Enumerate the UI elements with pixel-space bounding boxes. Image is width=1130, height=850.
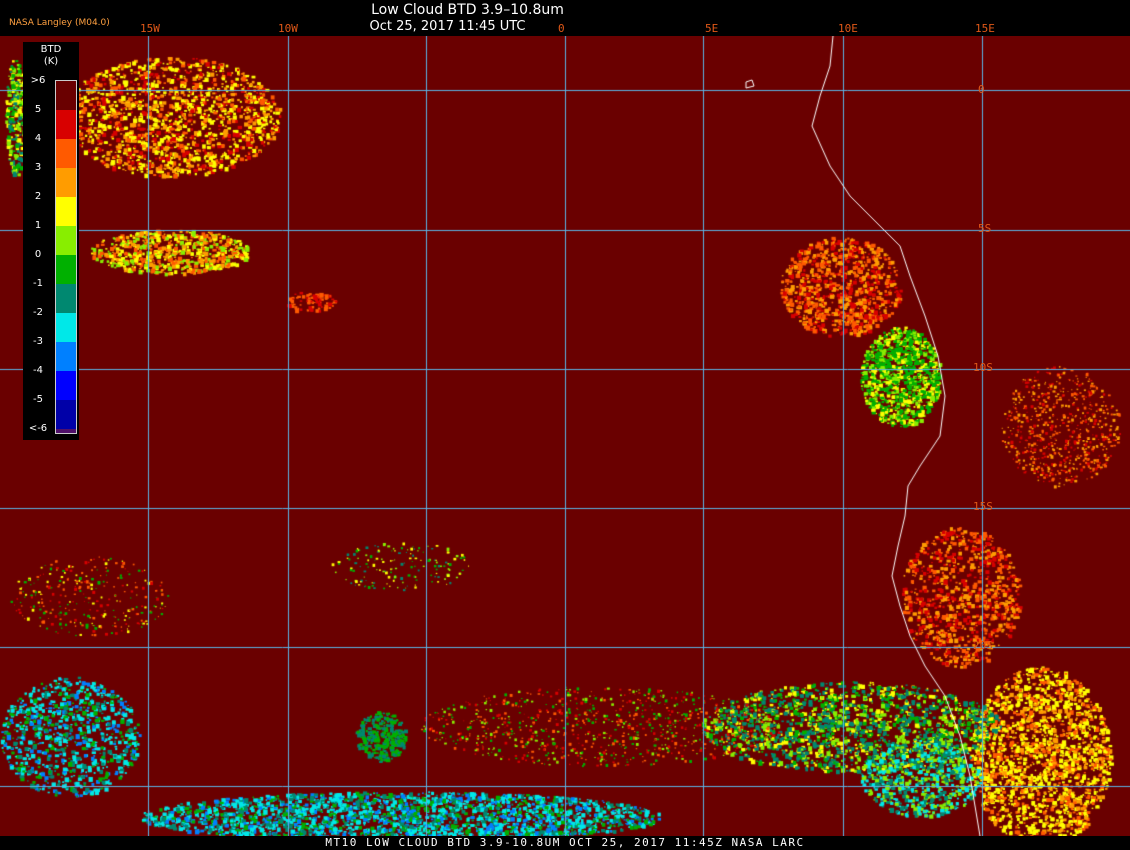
legend-swatch xyxy=(56,371,76,400)
legend-swatch xyxy=(56,400,76,429)
lat-label-15s: 15S xyxy=(973,500,993,513)
legend-label: -3 xyxy=(33,336,43,347)
legend-swatch xyxy=(56,226,76,255)
lon-label-15w: 15W xyxy=(140,22,160,35)
lat-label-5s: 5S xyxy=(978,222,992,235)
legend-swatch xyxy=(56,110,76,139)
legend-label: 0 xyxy=(34,249,42,260)
lon-label-15e: 15E xyxy=(975,22,995,35)
legend-swatch xyxy=(56,81,76,110)
legend-label: 1 xyxy=(34,220,42,231)
legend-color-bar xyxy=(55,80,77,434)
lat-label-20s: 20S xyxy=(973,639,993,652)
header-bar: Low Cloud BTD 3.9–10.8um Oct 25, 2017 11… xyxy=(0,0,1130,36)
legend-swatch xyxy=(56,313,76,342)
lon-label-10e: 10E xyxy=(838,22,858,35)
map-title: Low Cloud BTD 3.9–10.8um xyxy=(371,2,564,18)
lon-label-0: 0 xyxy=(558,22,565,35)
legend-label: -2 xyxy=(33,307,43,318)
color-legend: BTD (K) >6 5 4 3 2 1 0 -1 -2 -3 -4 -5 <-… xyxy=(23,42,79,440)
legend-label: 2 xyxy=(34,191,42,202)
legend-swatch xyxy=(56,139,76,168)
legend-unit: (K) xyxy=(43,56,59,67)
satellite-btd-map[interactable] xyxy=(0,36,1130,836)
legend-title: BTD xyxy=(40,44,62,55)
agency-label: NASA Langley (M04.0) xyxy=(9,18,110,28)
legend-label: <-6 xyxy=(28,423,48,434)
legend-swatch xyxy=(56,255,76,284)
legend-swatch xyxy=(56,197,76,226)
legend-label: -4 xyxy=(33,365,43,376)
legend-swatch xyxy=(56,284,76,313)
lon-label-10w: 10W xyxy=(278,22,298,35)
legend-label: 3 xyxy=(34,162,42,173)
legend-label: -1 xyxy=(33,278,43,289)
footer-caption: MT10 LOW CLOUD BTD 3.9-10.8UM OCT 25, 20… xyxy=(0,836,1130,850)
legend-label: -5 xyxy=(33,394,43,405)
legend-label: >6 xyxy=(30,75,46,86)
legend-label: 5 xyxy=(34,104,42,115)
legend-swatch xyxy=(56,168,76,197)
lat-label-10s: 10S xyxy=(973,361,993,374)
legend-label: 4 xyxy=(34,133,42,144)
map-timestamp: Oct 25, 2017 11:45 UTC xyxy=(369,19,526,34)
legend-swatch xyxy=(56,342,76,371)
lat-label-0: 0 xyxy=(978,83,985,96)
lon-label-5e: 5E xyxy=(705,22,719,35)
